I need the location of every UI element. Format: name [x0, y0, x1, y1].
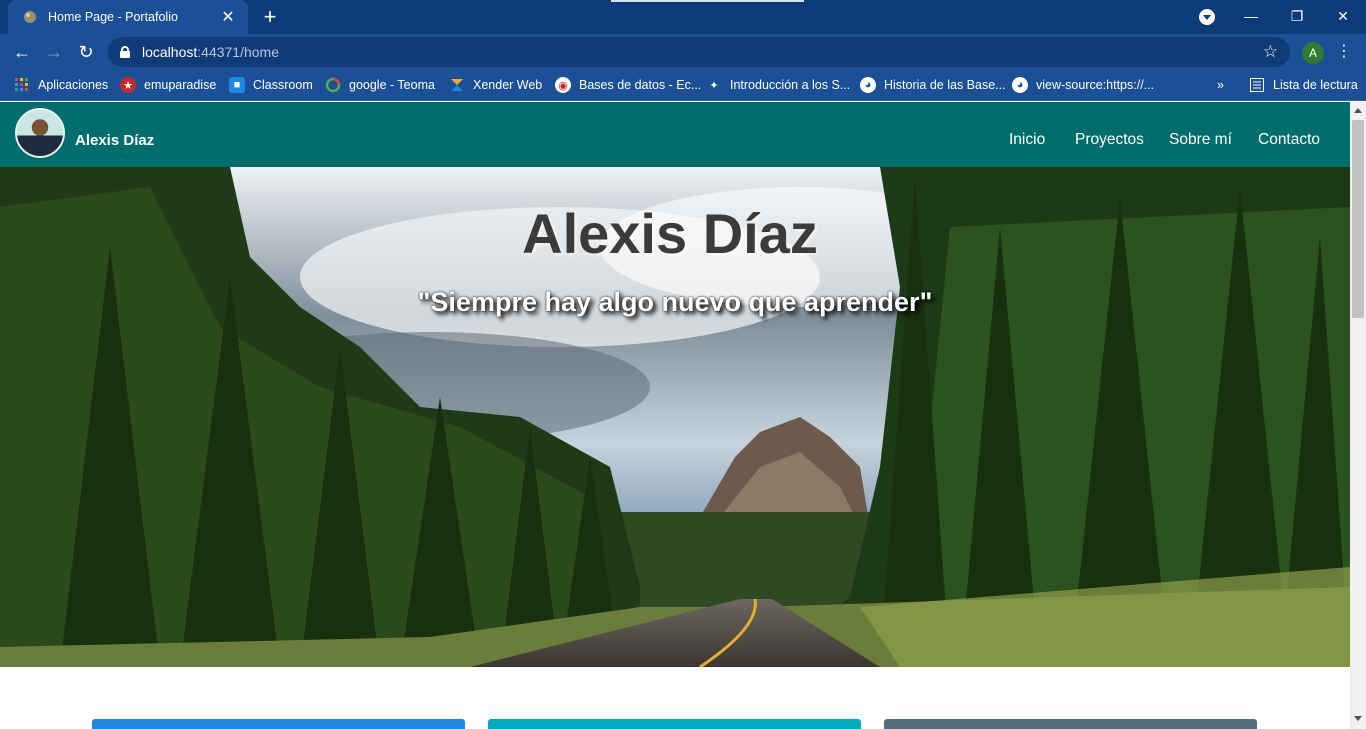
globe-icon: ◕	[1012, 77, 1028, 93]
tab-strip: Home Page - Portafolio ✕ + — ❐ ✕	[0, 0, 1366, 34]
hero-banner: Alexis Díaz "Siempre hay algo nuevo que …	[0, 167, 1350, 667]
globe-icon: ◕	[860, 77, 876, 93]
forward-icon[interactable]: →	[42, 40, 66, 64]
bookmark-view-source[interactable]: ◕ view-source:https://...	[1012, 76, 1154, 94]
apps-grid-icon	[14, 77, 30, 93]
lock-icon[interactable]	[120, 46, 130, 58]
tab-drag-indicator	[611, 0, 804, 2]
hero-title: Alexis Díaz	[522, 202, 818, 265]
nav-link-sobre-mi[interactable]: Sobre mí	[1169, 131, 1232, 149]
bookmark-introduccion[interactable]: ✦ Introducción a los S...	[706, 76, 850, 94]
bookmark-historia[interactable]: ◕ Historia de las Base...	[860, 76, 1006, 94]
avatar[interactable]	[15, 108, 65, 158]
xender-icon	[449, 77, 465, 93]
bookmark-emuparadise[interactable]: ★ emuparadise	[120, 76, 216, 94]
hero-quote: "Siempre hay algo nuevo que aprender"	[417, 287, 933, 317]
tab-favicon-icon	[24, 11, 36, 23]
bookmark-label: Introducción a los S...	[730, 78, 851, 92]
bookmarks-bar: Aplicaciones ★ emuparadise ■ Classroom g…	[0, 70, 1366, 101]
scroll-down-icon[interactable]	[1354, 716, 1362, 721]
profile-avatar[interactable]: A	[1302, 42, 1324, 64]
google-icon	[325, 77, 341, 93]
chevron-double-right-icon: »	[1217, 78, 1224, 92]
bookmark-google-teoma[interactable]: google - Teoma	[325, 76, 435, 94]
nav-link-inicio[interactable]: Inicio	[1009, 131, 1045, 149]
card-blue[interactable]	[92, 719, 465, 729]
reload-icon[interactable]: ↻	[74, 40, 98, 64]
page-scrollbar[interactable]	[1350, 102, 1366, 729]
nav-link-contacto[interactable]: Contacto	[1258, 131, 1320, 149]
tab-close-icon[interactable]: ✕	[218, 7, 238, 27]
nav-link-proyectos[interactable]: Proyectos	[1075, 131, 1144, 149]
bookmark-label: Classroom	[253, 78, 313, 92]
new-tab-button[interactable]: +	[258, 5, 282, 29]
scroll-up-icon[interactable]	[1354, 108, 1362, 113]
browser-toolbar: ← → ↻ localhost:44371/home ☆ A ⋮	[0, 34, 1366, 70]
url-path: :44371/home	[197, 44, 279, 60]
bookmark-classroom[interactable]: ■ Classroom	[229, 76, 313, 94]
bookmark-label: google - Teoma	[349, 78, 435, 92]
bookmark-bases-de-datos[interactable]: ◉ Bases de datos - Ec...	[555, 76, 701, 94]
url-host: localhost	[142, 44, 198, 60]
bookmark-label: emuparadise	[144, 78, 217, 92]
bookmarks-overflow-button[interactable]: »	[1217, 76, 1224, 94]
reading-list-label: Lista de lectura	[1273, 78, 1358, 92]
bookmark-label: Bases de datos - Ec...	[579, 78, 702, 92]
card-teal[interactable]	[488, 719, 861, 729]
bookmark-star-icon[interactable]: ☆	[1263, 42, 1278, 62]
database-site-icon: ◉	[555, 77, 571, 93]
bookmark-label: Historia de las Base...	[884, 78, 1006, 92]
close-window-button[interactable]: ✕	[1320, 0, 1366, 32]
restore-button[interactable]: ❐	[1274, 0, 1320, 32]
reading-list-button[interactable]: Lista de lectura	[1249, 76, 1358, 94]
scroll-thumb[interactable]	[1352, 120, 1364, 318]
tab-search-icon[interactable]	[1199, 9, 1215, 25]
tab-title: Home Page - Portafolio	[48, 10, 178, 24]
reading-list-icon	[1249, 77, 1265, 93]
minimize-button[interactable]: —	[1228, 0, 1274, 32]
classroom-icon: ■	[229, 77, 245, 93]
emuparadise-icon: ★	[120, 77, 136, 93]
bookmark-aplicaciones[interactable]: Aplicaciones	[14, 76, 108, 94]
menu-kebab-icon[interactable]: ⋮	[1336, 41, 1352, 61]
site-icon: ✦	[709, 79, 719, 92]
site-navbar: Alexis Díaz Inicio Proyectos Sobre mí Co…	[0, 102, 1350, 167]
bookmark-label: view-source:https://...	[1036, 78, 1155, 92]
browser-tab[interactable]: Home Page - Portafolio ✕	[8, 0, 248, 34]
address-bar[interactable]: localhost:44371/home ☆	[108, 37, 1290, 67]
bookmark-xender-web[interactable]: Xender Web	[449, 76, 542, 94]
bookmark-label: Xender Web	[473, 78, 543, 92]
bookmark-label: Aplicaciones	[38, 78, 109, 92]
brand-name[interactable]: Alexis Díaz	[75, 132, 154, 149]
card-gray[interactable]	[884, 719, 1257, 729]
back-icon[interactable]: ←	[10, 40, 34, 64]
